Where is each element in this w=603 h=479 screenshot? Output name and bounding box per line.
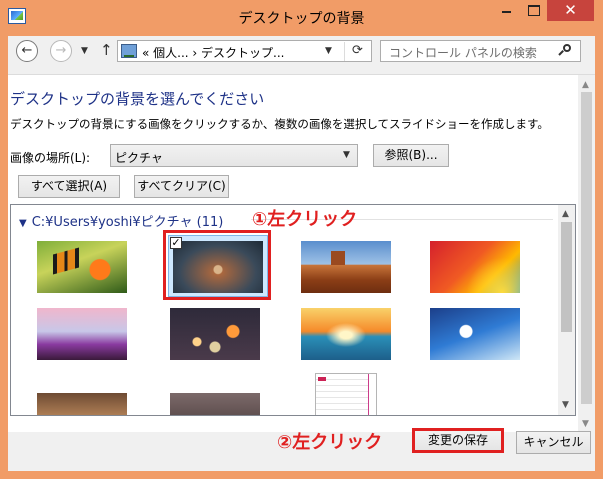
chevron-down-icon[interactable]: ▼ xyxy=(343,150,350,160)
dark-photo-thumbnail[interactable] xyxy=(170,393,260,415)
maximize-button[interactable] xyxy=(520,0,547,21)
content-scrollbar[interactable]: ▲ ▼ xyxy=(578,75,595,433)
picture-location-select[interactable]: ピクチャ ▼ xyxy=(110,144,358,167)
annotation-step2: ②左クリック xyxy=(277,432,383,453)
clear-all-button[interactable]: すべてクリア(C) xyxy=(134,175,229,198)
browse-button[interactable]: 参照(B)... xyxy=(373,144,449,167)
scroll-up-icon[interactable]: ▲ xyxy=(582,80,589,90)
scroll-thumb[interactable] xyxy=(561,222,572,332)
picture-gallery: ▼ C:¥Users¥yoshi¥ピクチャ (11) ✓ ▲ ▼ xyxy=(10,204,576,416)
folder-group-header[interactable]: ▼ C:¥Users¥yoshi¥ピクチャ (11) xyxy=(19,211,223,230)
close-icon: ✕ xyxy=(564,1,577,19)
scroll-up-icon[interactable]: ▲ xyxy=(562,209,569,219)
cheetah-thumbnail[interactable] xyxy=(37,393,127,415)
collapse-chevron-icon[interactable]: ▼ xyxy=(19,218,27,229)
cancel-button[interactable]: キャンセル xyxy=(516,431,591,454)
main-panel: デスクトップの背景を選んでください デスクトップの背景にする画像をクリックするか… xyxy=(10,36,591,471)
tulip-field-thumbnail[interactable] xyxy=(37,308,127,360)
save-changes-button[interactable]: 変更の保存 xyxy=(412,428,504,453)
butterfly-flower-thumbnail[interactable] xyxy=(37,241,127,293)
screenshot-menu-thumbnail[interactable] xyxy=(315,373,377,415)
close-button[interactable]: ✕ xyxy=(547,0,594,21)
desert-monument-valley-thumbnail[interactable] xyxy=(301,241,391,293)
checkbox-checked-icon[interactable]: ✓ xyxy=(170,237,182,249)
page-title: デスクトップの背景を選んでください xyxy=(10,90,265,108)
bokeh-lights-thumbnail[interactable] xyxy=(170,308,260,360)
minimize-button[interactable] xyxy=(493,0,520,21)
ocean-sunset-thumbnail[interactable] xyxy=(301,308,391,360)
surfer-wave-thumbnail[interactable] xyxy=(430,308,520,360)
annotation-step1: ①左クリック xyxy=(252,209,358,230)
window-client: ← → ▼ ↑ « 個人... › デスクトップ... ▼ ⟳ コントロール パ… xyxy=(8,36,595,471)
gallery-scrollbar[interactable]: ▲ ▼ xyxy=(558,205,575,415)
window: デスクトップの背景 ✕ ← → ▼ ↑ « 個人... › デスクトップ... … xyxy=(0,0,603,479)
scroll-down-icon[interactable]: ▼ xyxy=(582,419,589,429)
colorful-abstract-thumbnail[interactable] xyxy=(430,241,520,293)
folder-title: C:¥Users¥yoshi¥ピクチャ (11) xyxy=(31,215,224,230)
picture-location-value: ピクチャ xyxy=(115,151,163,165)
picture-location-label: 画像の場所(L): xyxy=(10,151,91,165)
title-bar: デスクトップの背景 ✕ xyxy=(0,0,603,36)
scroll-thumb[interactable] xyxy=(581,92,592,404)
page-description: デスクトップの背景にする画像をクリックするか、複数の画像を選択してスライドショー… xyxy=(10,117,549,131)
select-all-button[interactable]: すべて選択(A) xyxy=(18,175,120,198)
scroll-down-icon[interactable]: ▼ xyxy=(562,400,569,410)
